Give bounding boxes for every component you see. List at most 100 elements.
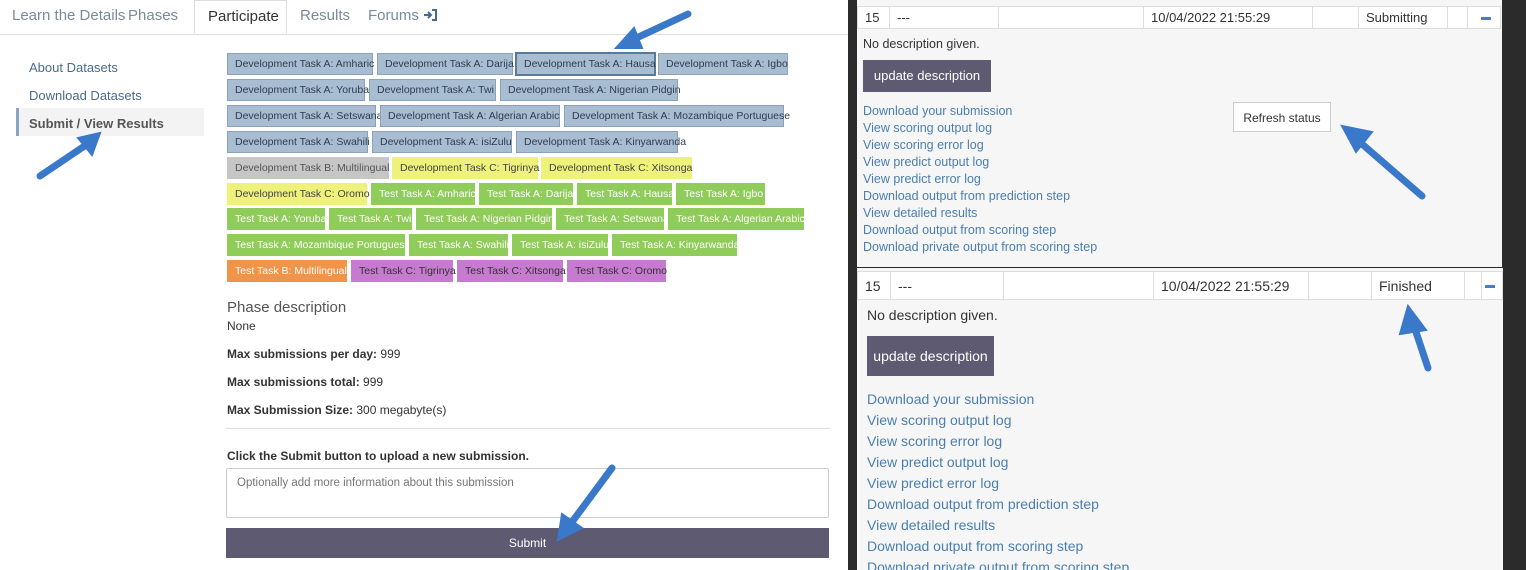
phase-button[interactable]: Test Task A: Algerian Arabic <box>668 208 805 230</box>
limit-size: Max Submission Size: 300 megabyte(s) <box>227 403 446 417</box>
divider <box>226 428 830 429</box>
detailed-results-link[interactable]: View detailed results <box>867 517 995 533</box>
phase-button[interactable]: Test Task C: Xitsonga <box>457 260 566 282</box>
submission-description-input[interactable] <box>226 468 829 518</box>
limit-size-label: Max Submission Size: <box>227 403 354 417</box>
phase-button[interactable]: Test Task A: Amharic <box>371 183 476 205</box>
phase-button[interactable]: Development Task A: Igbo <box>658 53 788 75</box>
limit-total-value: 999 <box>363 375 384 389</box>
tab-learn-the-details[interactable]: Learn the Details <box>12 0 125 34</box>
tab-results[interactable]: Results <box>300 0 350 34</box>
phase-button[interactable]: Test Task C: Oromo <box>567 260 667 282</box>
tab-forums-label: Forums <box>368 7 419 24</box>
phase-button[interactable]: Development Task A: Mozambique Portugues… <box>564 105 790 127</box>
sign-in-icon <box>423 9 437 21</box>
detailed-results-link[interactable]: View detailed results <box>863 206 977 220</box>
phase-description-value: None <box>227 319 256 333</box>
scoring-output-link[interactable]: Download output from scoring step <box>863 223 1056 237</box>
phase-button[interactable]: Test Task A: Mozambique Portuguese <box>227 234 411 256</box>
phase-button[interactable]: Development Task A: Kinyarwanda <box>516 131 686 153</box>
tab-bar: Learn the Details Phases Participate Res… <box>0 0 848 35</box>
scoring-error-log-link[interactable]: View scoring error log <box>863 138 984 152</box>
phase-button[interactable]: Test Task A: Twi <box>329 208 412 230</box>
phase-button[interactable]: Test Task C: Tigrinya <box>351 260 456 282</box>
blank-cell <box>1309 272 1372 299</box>
refresh-status-button[interactable]: Refresh status <box>1233 102 1331 132</box>
sidebar-item-about-datasets[interactable]: About Datasets <box>29 60 118 75</box>
limit-total-label: Max submissions total: <box>227 375 360 389</box>
phase-button[interactable]: Development Task A: Nigerian Pidgin <box>500 79 681 101</box>
scoring-error-log-link[interactable]: View scoring error log <box>867 433 1002 449</box>
limit-per-day: Max submissions per day: 999 <box>227 347 400 361</box>
predict-output-log-link[interactable]: View predict output log <box>867 454 1008 470</box>
phase-button[interactable]: Test Task B: Multilingual <box>227 260 347 282</box>
no-description-text: No description given. <box>863 37 980 51</box>
blank-cell <box>1448 7 1468 28</box>
update-description-button[interactable]: update description <box>867 336 994 376</box>
phase-button[interactable]: Development Task A: Hausa <box>515 52 656 76</box>
limit-per-day-value: 999 <box>380 347 401 361</box>
submission-status: Finished <box>1372 272 1465 299</box>
phase-button[interactable]: Test Task A: Darija <box>479 183 573 205</box>
tab-forums[interactable]: Forums <box>368 0 437 34</box>
submission-row: 15 --- 10/04/2022 21:55:29 Finished <box>857 271 1503 300</box>
scoring-output-log-link[interactable]: View scoring output log <box>867 412 1012 428</box>
submission-number: 15 <box>858 272 891 299</box>
phase-button[interactable]: Test Task A: Hausa <box>577 183 674 205</box>
phase-button[interactable]: Development Task A: Swahili <box>227 131 370 153</box>
tab-phases[interactable]: Phases <box>128 0 178 34</box>
scoring-output-log-link[interactable]: View scoring output log <box>863 121 992 135</box>
blank-cell <box>999 7 1144 28</box>
phase-description-heading: Phase description <box>227 299 347 316</box>
private-scoring-output-link[interactable]: Download private output from scoring ste… <box>863 240 1097 254</box>
submit-button[interactable]: Submit <box>226 528 829 558</box>
submission-panel-submitting: 15 --- 10/04/2022 21:55:29 Submitting No… <box>857 0 1502 267</box>
phase-button[interactable]: Development Task A: Setswana <box>227 105 382 127</box>
phase-button[interactable]: Test Task A: Nigerian Pidgin <box>416 208 554 230</box>
prediction-output-link[interactable]: Download output from prediction step <box>867 496 1099 512</box>
submission-row: 15 --- 10/04/2022 21:55:29 Submitting <box>857 6 1501 29</box>
submission-status: Submitting <box>1359 7 1448 28</box>
collapse-minus-icon[interactable] <box>1481 17 1491 20</box>
phase-button[interactable]: Development Task B: Multilingual <box>227 157 389 179</box>
submission-description-cell: --- <box>891 272 1004 299</box>
blank-cell <box>1465 272 1482 299</box>
limit-total: Max submissions total: 999 <box>227 375 383 389</box>
scoring-output-link[interactable]: Download output from scoring step <box>867 538 1083 554</box>
limit-per-day-label: Max submissions per day: <box>227 347 378 361</box>
phase-button[interactable]: Development Task C: Oromo <box>227 183 370 205</box>
phase-button[interactable]: Development Task A: Darija <box>377 53 514 75</box>
blank-cell <box>1004 272 1154 299</box>
submission-date: 10/04/2022 21:55:29 <box>1154 272 1309 299</box>
sidebar-item-submit-view-results[interactable]: Submit / View Results <box>29 116 164 131</box>
phase-button[interactable]: Test Task A: Yoruba <box>227 208 326 230</box>
phase-button[interactable]: Development Task A: isiZulu <box>372 131 512 153</box>
phase-button[interactable]: Test Task A: Setswana <box>556 208 669 230</box>
submission-number: 15 <box>858 7 890 28</box>
sidebar-item-download-datasets[interactable]: Download Datasets <box>29 88 142 103</box>
predict-error-log-link[interactable]: View predict error log <box>867 475 999 491</box>
update-description-button[interactable]: update description <box>863 60 991 92</box>
predict-error-log-link[interactable]: View predict error log <box>863 172 981 186</box>
download-submission-link[interactable]: Download your submission <box>867 391 1034 407</box>
prediction-output-link[interactable]: Download output from prediction step <box>863 189 1070 203</box>
collapse-minus-icon[interactable] <box>1485 285 1495 288</box>
blank-cell <box>1313 7 1359 28</box>
phase-button[interactable]: Test Task A: Kinyarwanda <box>612 234 739 256</box>
limit-size-value: 300 megabyte(s) <box>356 403 447 417</box>
submission-description-cell: --- <box>890 7 999 28</box>
phase-button[interactable]: Development Task C: Tigrinya <box>392 157 539 179</box>
phase-button[interactable]: Development Task C: Xitsonga <box>541 157 692 179</box>
phase-button[interactable]: Development Task A: Algerian Arabic <box>380 105 560 127</box>
phase-button[interactable]: Development Task A: Amharic <box>227 53 374 75</box>
phase-button[interactable]: Development Task A: Twi <box>369 79 496 101</box>
predict-output-log-link[interactable]: View predict output log <box>863 155 989 169</box>
phase-button[interactable]: Test Task A: isiZulu <box>512 234 609 256</box>
phase-button[interactable]: Test Task A: Igbo <box>676 183 765 205</box>
download-submission-link[interactable]: Download your submission <box>863 104 1012 118</box>
no-description-text: No description given. <box>867 307 998 323</box>
tab-participate[interactable]: Participate <box>194 0 287 34</box>
phase-button[interactable]: Development Task A: Yoruba <box>227 79 369 101</box>
private-scoring-output-link[interactable]: Download private output from scoring ste… <box>867 559 1129 570</box>
phase-button[interactable]: Test Task A: Swahili <box>409 234 509 256</box>
